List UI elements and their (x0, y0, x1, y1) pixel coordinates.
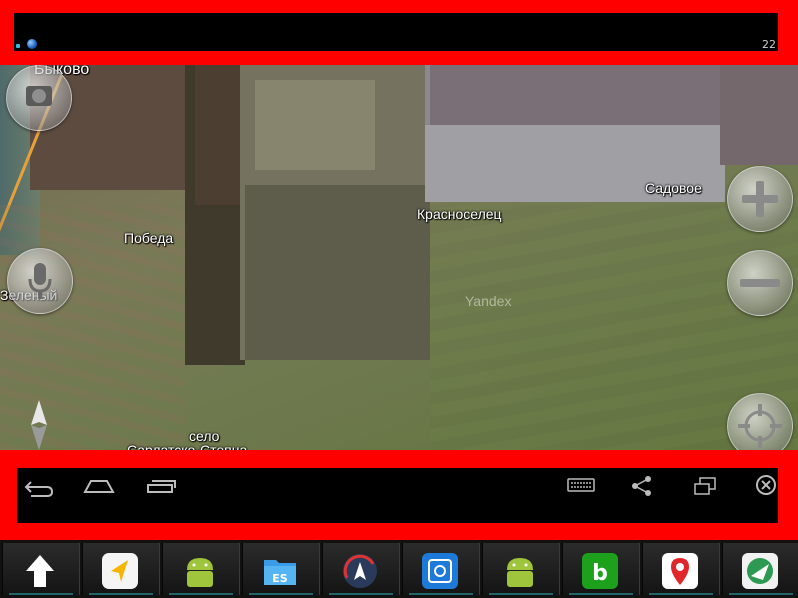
voice-search-button[interactable] (7, 248, 73, 314)
share-icon (632, 476, 651, 496)
window-icon (694, 477, 716, 495)
svg-text:ES: ES (272, 572, 288, 585)
bt-app-icon: b (582, 553, 618, 589)
yandex-navigator-icon (102, 553, 138, 589)
map-tile (245, 185, 430, 360)
up-arrow-icon (26, 555, 54, 587)
taskbar-app-es-file-explorer[interactable]: ES (242, 543, 320, 595)
share-button[interactable] (621, 468, 665, 502)
camera-button[interactable] (6, 65, 72, 131)
home-icon (83, 480, 115, 493)
yandex-maps-icon (662, 553, 698, 589)
navigation-bar (17, 468, 778, 523)
zoom-in-button[interactable] (727, 166, 793, 232)
close-icon (756, 475, 776, 495)
es-file-explorer-icon: ES (264, 560, 296, 585)
android-icon (187, 558, 213, 587)
place-label: Сарлатско-Степна (127, 442, 248, 450)
app-taskbar: ES b (0, 540, 798, 598)
microphone-icon (28, 263, 52, 299)
window-button[interactable] (683, 468, 727, 502)
map-tile (255, 80, 375, 170)
place-label: Победа (124, 230, 174, 246)
taskbar-app-yandex-maps[interactable] (642, 543, 720, 595)
map-watermark: Yandex (465, 293, 512, 309)
map-tile (430, 65, 730, 125)
photo-app-icon (422, 553, 458, 589)
home-button[interactable] (77, 468, 121, 502)
taskbar-app-bt[interactable]: b (562, 543, 640, 595)
map-tile (195, 65, 240, 205)
locate-me-button[interactable] (727, 393, 793, 450)
keyboard-icon (567, 478, 595, 492)
taskbar-app-android-2[interactable] (482, 543, 560, 595)
gps-app-icon (343, 554, 377, 588)
keyboard-button[interactable] (560, 468, 604, 502)
place-label: Красноселец (417, 206, 502, 222)
globe-icon (27, 39, 37, 49)
crosshair-icon (738, 404, 782, 448)
plus-icon (742, 181, 778, 217)
status-time: 22 (762, 38, 776, 51)
back-icon (24, 481, 54, 497)
taskbar-app-photo[interactable] (402, 543, 480, 595)
svg-text:b: b (592, 561, 608, 586)
notification-icon (16, 44, 20, 48)
close-button[interactable] (745, 468, 778, 502)
taskbar-app-map[interactable] (722, 543, 798, 595)
taskbar-app-android[interactable] (162, 543, 240, 595)
camera-icon (26, 86, 52, 106)
back-button[interactable] (17, 468, 61, 502)
recent-apps-button[interactable] (139, 468, 183, 502)
satellite-map[interactable]: Быково Победа Красноселец Садовое Зелены… (0, 65, 798, 450)
compass-icon[interactable] (28, 400, 50, 450)
taskbar-app-gps[interactable] (322, 543, 400, 595)
map-app-icon (742, 553, 778, 589)
taskbar-app-yandex-navigator[interactable] (82, 543, 160, 595)
minus-icon (740, 279, 780, 287)
zoom-out-button[interactable] (727, 250, 793, 316)
android-icon (507, 558, 533, 587)
status-bar: 22 (14, 13, 778, 51)
map-tile (720, 65, 798, 165)
place-label: Садовое (645, 180, 702, 196)
taskbar-up-button[interactable] (2, 543, 80, 595)
recents-icon (147, 480, 176, 493)
